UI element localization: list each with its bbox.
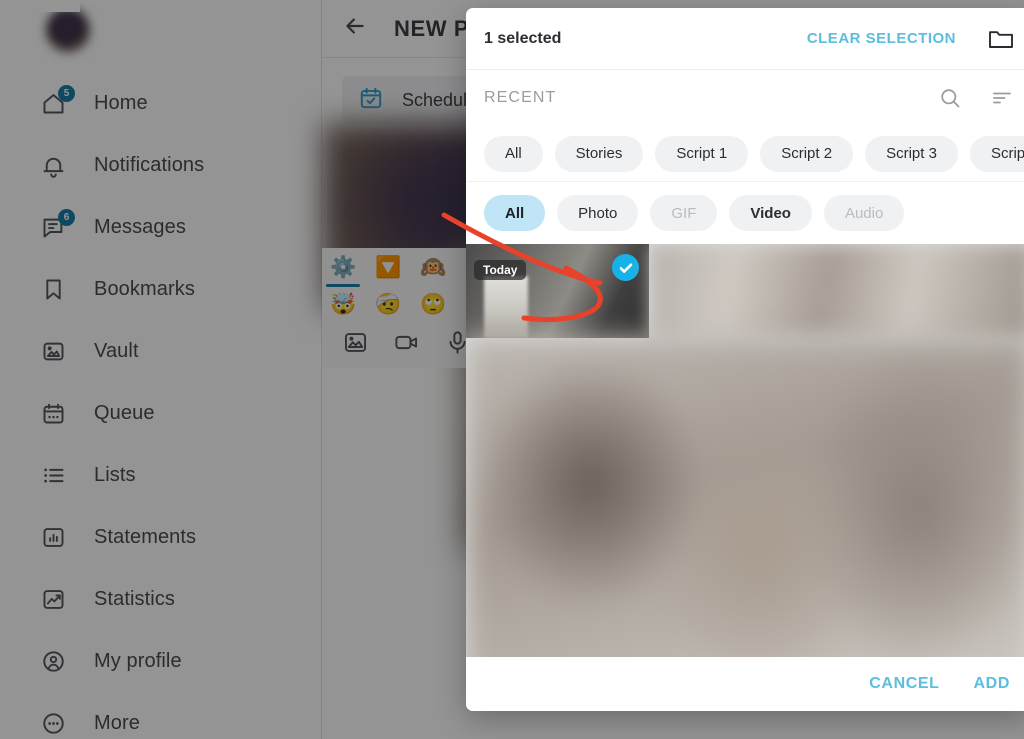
- screen-root: 5 Home Notifications 6 Messages Bookmark…: [0, 0, 1024, 739]
- section-label: RECENT: [484, 89, 557, 106]
- chip-type-audio: Audio: [823, 195, 905, 231]
- script-filter-chips: All Stories Script 1 Script 2 Script 3 S…: [466, 126, 1024, 182]
- media-preview-large[interactable]: [466, 338, 1024, 711]
- thumbnail-image: [484, 276, 528, 338]
- chip-script-1[interactable]: Script 1: [655, 135, 749, 172]
- dialog-footer: CANCEL ADD: [466, 657, 1024, 711]
- media-thumbnail-selected[interactable]: Today: [466, 244, 649, 338]
- chip-script-4[interactable]: Script 4: [969, 135, 1024, 172]
- folder-icon[interactable]: [988, 28, 1014, 50]
- chip-all-scripts[interactable]: All: [484, 135, 543, 172]
- media-grid: Today: [466, 244, 1024, 711]
- clear-selection-button[interactable]: CLEAR SELECTION: [807, 30, 956, 47]
- recent-section-header: RECENT: [466, 70, 1024, 126]
- dialog-header: 1 selected CLEAR SELECTION: [466, 8, 1024, 70]
- chip-type-photo[interactable]: Photo: [557, 195, 639, 231]
- chip-stories[interactable]: Stories: [554, 135, 644, 172]
- chip-script-2[interactable]: Script 2: [760, 135, 854, 172]
- check-icon[interactable]: [612, 254, 639, 281]
- chip-type-video[interactable]: Video: [729, 195, 812, 231]
- cancel-button[interactable]: CANCEL: [869, 675, 939, 693]
- search-icon[interactable]: [938, 86, 962, 110]
- media-thumbnail[interactable]: [650, 244, 1024, 338]
- selected-count: 1 selected: [484, 29, 562, 47]
- sort-icon[interactable]: [990, 86, 1014, 110]
- chip-type-all[interactable]: All: [484, 195, 546, 231]
- date-badge: Today: [474, 260, 527, 280]
- type-filter-chips: All Photo GIF Video Audio: [466, 182, 1024, 244]
- chip-type-gif: GIF: [650, 195, 718, 231]
- add-button[interactable]: ADD: [974, 675, 1010, 693]
- media-picker-dialog: 1 selected CLEAR SELECTION RECENT All St…: [466, 8, 1024, 711]
- chip-script-3[interactable]: Script 3: [865, 135, 958, 172]
